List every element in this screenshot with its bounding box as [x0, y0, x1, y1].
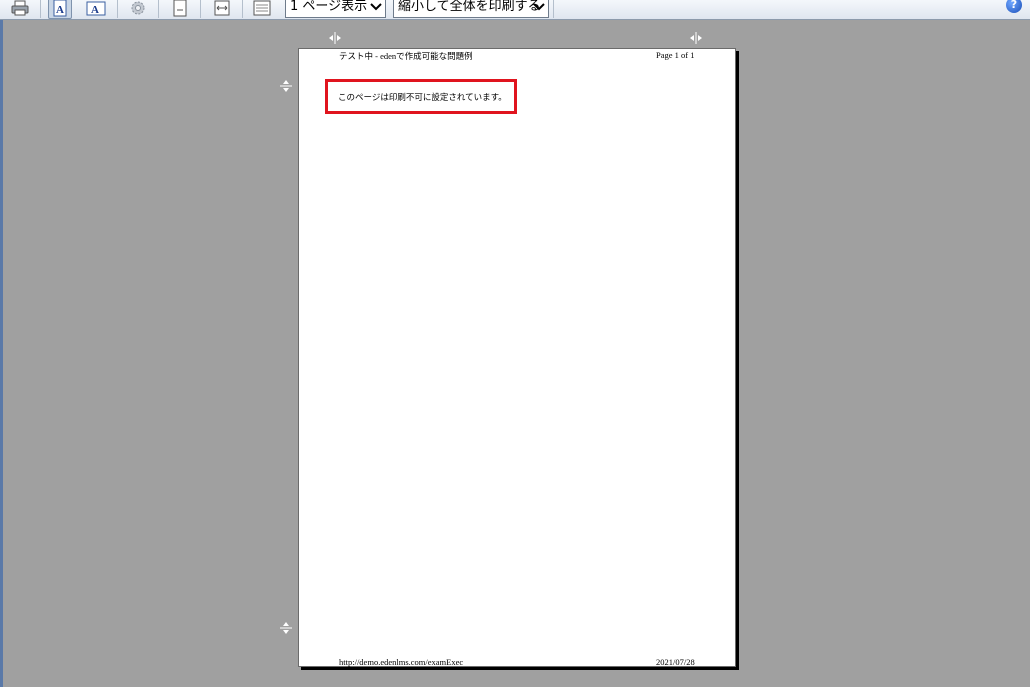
- gear-icon: [131, 1, 145, 15]
- full-page-button[interactable]: [168, 0, 192, 19]
- help-icon[interactable]: ?: [1006, 0, 1022, 13]
- printer-icon: [11, 0, 29, 16]
- left-margin-handle[interactable]: [328, 31, 342, 45]
- page-footer-date: 2021/07/28: [656, 657, 695, 667]
- bottom-margin-handle[interactable]: [279, 621, 293, 635]
- landscape-page-icon: A: [86, 1, 106, 16]
- right-margin-handle[interactable]: [689, 31, 703, 45]
- page-width-icon: [214, 0, 230, 16]
- multi-page-button[interactable]: [250, 0, 274, 19]
- page-footer-url: http://demo.edenlms.com/examExec: [339, 657, 464, 667]
- full-page-icon: [173, 0, 187, 17]
- page-width-button[interactable]: [210, 0, 234, 19]
- page-header-page-number: Page 1 of 1: [656, 50, 695, 60]
- multi-page-icon: [253, 0, 271, 16]
- chevron-down-icon: [533, 3, 545, 11]
- landscape-button[interactable]: A: [84, 0, 108, 19]
- svg-text:A: A: [91, 4, 99, 16]
- svg-text:A: A: [56, 4, 64, 16]
- chevron-down-icon: [370, 3, 382, 11]
- print-preview-toolbar: A A 1 ページ表示 縮小して全体を印刷する ?: [0, 0, 1030, 20]
- print-mode-select-label: 縮小して全体を印刷する: [398, 0, 541, 14]
- preview-page: [298, 48, 736, 667]
- page-header-title: テスト中 - edenで作成可能な問題例: [339, 51, 473, 61]
- page-setup-button[interactable]: [126, 0, 150, 19]
- page-view-select-label: 1 ページ表示: [290, 0, 368, 14]
- portrait-page-icon: A: [53, 0, 67, 17]
- print-disabled-message: このページは印刷不可に設定されています。: [338, 93, 507, 103]
- portrait-button[interactable]: A: [48, 0, 72, 19]
- print-button[interactable]: [8, 0, 32, 19]
- top-margin-handle[interactable]: [279, 79, 293, 93]
- page-view-select[interactable]: 1 ページ表示: [285, 0, 386, 18]
- print-mode-select[interactable]: 縮小して全体を印刷する: [393, 0, 549, 18]
- window-left-edge: [0, 20, 3, 687]
